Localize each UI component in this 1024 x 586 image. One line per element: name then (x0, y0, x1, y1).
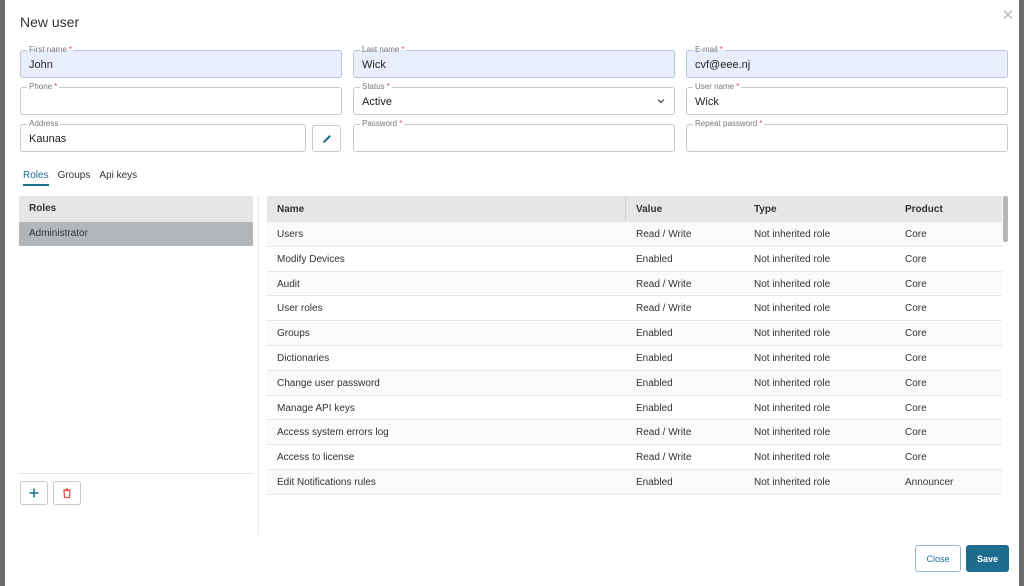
phone-input[interactable] (29, 96, 333, 108)
tab-api-keys[interactable]: Api keys (99, 170, 137, 186)
table-row[interactable]: Audit Read / Write Not inherited role Core (267, 271, 1002, 297)
table-row[interactable]: Groups Enabled Not inherited role Core (267, 321, 1002, 346)
table-row[interactable]: Users Read / Write Not inherited role Core (267, 222, 1002, 247)
address-label: Address (29, 119, 59, 128)
last-name-label: Last name (362, 45, 400, 54)
roles-panel-header: Roles (19, 196, 253, 222)
column-header-name[interactable]: Name (277, 204, 304, 215)
plus-icon (29, 488, 39, 498)
status-value[interactable] (362, 96, 666, 108)
user-name-field[interactable]: User name * (686, 82, 1008, 115)
column-header-product[interactable]: Product (905, 204, 943, 215)
tab-roles[interactable]: Roles (23, 170, 49, 186)
new-user-dialog: New user ✕ First name* Last name* E-mail… (5, 0, 1019, 586)
save-button[interactable]: Save (966, 545, 1009, 572)
address-field[interactable]: Address (20, 119, 306, 152)
table-scrollbar[interactable] (1003, 196, 1008, 242)
role-item-administrator[interactable]: Administrator (19, 222, 253, 246)
phone-label: Phone (29, 82, 53, 91)
user-name-input[interactable] (695, 96, 999, 108)
table-row[interactable]: Access system errors log Read / Write Not … (267, 420, 1002, 446)
repeat-password-label: Repeat password (695, 119, 758, 128)
user-name-label: User name (695, 82, 735, 91)
table-row[interactable]: Manage API keys Enabled Not inherited role… (267, 396, 1002, 421)
tab-bar: Roles Groups Api keys (23, 170, 137, 186)
table-row[interactable]: Dictionaries Enabled Not inherited role Cor… (267, 346, 1002, 371)
first-name-label: First name (29, 45, 67, 54)
last-name-input[interactable] (362, 59, 666, 71)
email-label: E-mail (695, 45, 718, 54)
column-header-value[interactable]: Value (636, 204, 662, 215)
divider (258, 196, 259, 534)
close-icon[interactable]: ✕ (1000, 8, 1016, 24)
password-label: Password (362, 119, 398, 128)
status-label: Status (362, 82, 385, 91)
edit-address-button[interactable] (312, 125, 341, 152)
chevron-down-icon[interactable] (656, 96, 666, 106)
first-name-input[interactable] (29, 59, 333, 71)
permissions-table: Name Value Type Product Users Read / Writ… (267, 196, 1002, 506)
divider (19, 473, 253, 474)
delete-role-button[interactable] (53, 481, 81, 505)
email-input[interactable] (695, 59, 999, 71)
table-row[interactable]: Access to license Read / Write Not inherit… (267, 445, 1002, 470)
tab-groups[interactable]: Groups (58, 170, 91, 186)
last-name-field[interactable]: Last name * (353, 45, 675, 78)
close-button[interactable]: Close (915, 545, 961, 572)
dialog-title: New user (20, 14, 80, 30)
address-input[interactable] (29, 133, 297, 145)
trash-icon (63, 488, 71, 499)
table-row[interactable]: Change user password Enabled Not inherited… (267, 370, 1002, 396)
password-input[interactable] (362, 133, 666, 145)
pencil-icon (322, 134, 331, 143)
phone-field[interactable]: Phone * (20, 82, 342, 115)
status-select[interactable]: Status * (353, 82, 675, 115)
table-row[interactable]: User roles Read / Write Not inherited role… (267, 296, 1002, 322)
repeat-password-input[interactable] (695, 133, 999, 145)
table-row[interactable]: Edit Notifications rules Enabled Not inher… (267, 469, 1002, 495)
table-header: Name Value Type Product (267, 196, 1002, 222)
email-field[interactable]: E-mail * (686, 45, 1008, 78)
table-row[interactable]: Modify Devices Enabled Not inherited role C… (267, 247, 1002, 272)
password-field[interactable]: Password * (353, 119, 675, 152)
column-header-type[interactable]: Type (754, 204, 777, 215)
first-name-field[interactable]: First name * (20, 45, 342, 78)
repeat-password-field[interactable]: Repeat password * (686, 119, 1008, 152)
add-role-button[interactable] (20, 481, 48, 505)
